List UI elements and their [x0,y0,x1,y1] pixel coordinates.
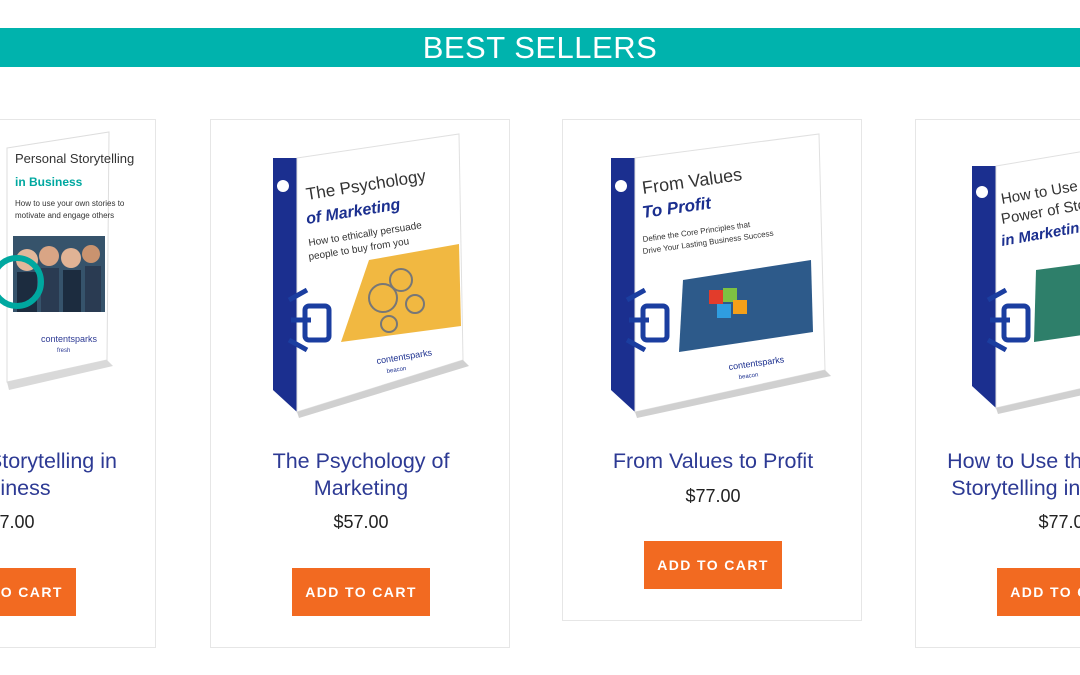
cover-subtitle-2: motivate and engage others [15,211,114,220]
section-title: BEST SELLERS [422,29,658,65]
product-price: $57.00 [333,512,389,532]
add-to-cart-button[interactable]: ADD TO CART [292,568,430,616]
book-cover-image[interactable]: Personal Storytelling in Business How to… [0,120,157,420]
book-cover-image[interactable]: How to Use the Power of Storytelling in … [916,120,1080,420]
best-sellers-banner: BEST SELLERS [0,28,1080,67]
product-card: From Values To Profit Define the Core Pr… [562,119,862,621]
add-to-cart-button[interactable]: ADD TO CART [644,541,782,589]
cover-brand: contentsparks [41,334,98,344]
cover-title-line1: Personal Storytelling [15,151,134,166]
product-title[interactable]: From Values to Profit [583,448,843,475]
product-price: $77.00 [1038,512,1080,532]
product-title[interactable]: The Psychology of Marketing [231,448,491,502]
best-sellers-page: BEST SELLERS Personal Storytelling in Bu… [0,0,1080,675]
book-cover-image[interactable]: From Values To Profit Define the Core Pr… [563,120,863,420]
product-title[interactable]: How to Use the Power of Storytelling in … [936,448,1080,502]
cover-title-line2: in Business [15,175,83,189]
book-cover-image[interactable]: The Psychology of Marketing How to ethic… [211,120,511,420]
cover-brand-sub: fresh [57,348,70,354]
product-title[interactable]: Personal Storytelling in Business [0,448,137,502]
product-price: $77.00 [685,486,741,506]
cover-subtitle-1: How to use your own stories to [15,199,125,208]
product-card: The Psychology of Marketing How to ethic… [210,119,510,648]
add-to-cart-button[interactable]: ADD TO CART [997,568,1080,616]
add-to-cart-button[interactable]: ADD TO CART [0,568,76,616]
product-card: Personal Storytelling in Business How to… [0,119,156,648]
product-price: $77.00 [0,512,35,532]
product-card: How to Use the Power of Storytelling in … [915,119,1080,648]
